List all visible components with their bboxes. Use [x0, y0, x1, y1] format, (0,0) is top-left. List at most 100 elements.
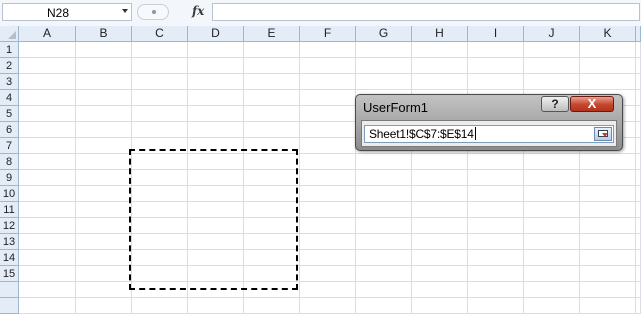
- grid-cell[interactable]: [636, 106, 641, 122]
- grid-cell[interactable]: [356, 170, 412, 186]
- grid-cell[interactable]: [19, 170, 76, 186]
- row-header-3[interactable]: 3: [0, 74, 19, 90]
- grid-cell[interactable]: [300, 186, 356, 202]
- grid-cell[interactable]: [524, 218, 580, 234]
- grid-cell[interactable]: [580, 170, 636, 186]
- grid-cell[interactable]: [132, 58, 188, 74]
- grid-cell[interactable]: [132, 90, 188, 106]
- grid-cell[interactable]: [636, 138, 641, 154]
- row-header-15[interactable]: 15: [0, 266, 19, 282]
- grid-cell[interactable]: [76, 234, 132, 250]
- grid-cell[interactable]: [188, 122, 244, 138]
- grid-cell[interactable]: [524, 202, 580, 218]
- grid-cell[interactable]: [636, 250, 641, 266]
- grid-cell[interactable]: [580, 250, 636, 266]
- grid-cell[interactable]: [300, 282, 356, 298]
- row-header-6[interactable]: 6: [0, 122, 19, 138]
- grid-cell[interactable]: [300, 170, 356, 186]
- grid-cell[interactable]: [188, 106, 244, 122]
- expand-handle[interactable]: [137, 4, 169, 20]
- row-header-10[interactable]: 10: [0, 186, 19, 202]
- grid-cell[interactable]: [412, 42, 468, 58]
- grid-cell[interactable]: [412, 186, 468, 202]
- column-header-g[interactable]: G: [356, 26, 412, 42]
- grid-cell[interactable]: [636, 122, 641, 138]
- grid-cell[interactable]: [636, 202, 641, 218]
- grid-cell[interactable]: [356, 74, 412, 90]
- grid-cell[interactable]: [356, 154, 412, 170]
- grid-cell[interactable]: [76, 186, 132, 202]
- grid-cell[interactable]: [76, 106, 132, 122]
- grid-cell[interactable]: [524, 266, 580, 282]
- grid-cell[interactable]: [19, 234, 76, 250]
- grid-cell[interactable]: [580, 266, 636, 282]
- grid-cell[interactable]: [524, 186, 580, 202]
- grid-cell[interactable]: [524, 282, 580, 298]
- grid-cell[interactable]: [412, 282, 468, 298]
- grid-cell[interactable]: [356, 186, 412, 202]
- grid-cell[interactable]: [524, 250, 580, 266]
- grid-cell[interactable]: [524, 170, 580, 186]
- grid-cell[interactable]: [76, 154, 132, 170]
- insert-function-button[interactable]: fx: [192, 4, 204, 18]
- grid-cell[interactable]: [412, 74, 468, 90]
- grid-cell[interactable]: [188, 90, 244, 106]
- grid-cell[interactable]: [244, 58, 300, 74]
- grid-cell[interactable]: [356, 250, 412, 266]
- grid-cell[interactable]: [19, 266, 76, 282]
- column-header-e[interactable]: E: [244, 26, 300, 42]
- grid-cell[interactable]: [76, 218, 132, 234]
- grid-cell[interactable]: [19, 122, 76, 138]
- grid-cell[interactable]: [636, 170, 641, 186]
- grid-cell[interactable]: [412, 170, 468, 186]
- grid-cell[interactable]: [636, 282, 641, 298]
- close-button[interactable]: X: [570, 96, 614, 112]
- grid-cell[interactable]: [468, 250, 524, 266]
- grid-cell[interactable]: [580, 202, 636, 218]
- grid-cell[interactable]: [580, 218, 636, 234]
- grid-cell[interactable]: [76, 266, 132, 282]
- grid-cell[interactable]: [412, 266, 468, 282]
- grid-cell[interactable]: [580, 282, 636, 298]
- grid-cell[interactable]: [76, 202, 132, 218]
- grid-cell[interactable]: [636, 90, 641, 106]
- row-header-12[interactable]: 12: [0, 218, 19, 234]
- grid-cell[interactable]: [132, 106, 188, 122]
- grid-cell[interactable]: [524, 154, 580, 170]
- grid-cell[interactable]: [636, 218, 641, 234]
- grid-cell[interactable]: [356, 218, 412, 234]
- grid-cell[interactable]: [300, 138, 356, 154]
- column-header-j[interactable]: J: [524, 26, 580, 42]
- refedit-input[interactable]: Sheet1!$C$7:$E$14: [364, 125, 614, 143]
- chevron-down-icon[interactable]: [122, 9, 128, 13]
- grid-cell[interactable]: [468, 154, 524, 170]
- grid-cell[interactable]: [636, 42, 641, 58]
- row-header-4[interactable]: 4: [0, 90, 19, 106]
- grid-cell[interactable]: [300, 154, 356, 170]
- row-header-5[interactable]: 5: [0, 106, 19, 122]
- grid-cell[interactable]: [300, 122, 356, 138]
- grid-cell[interactable]: [636, 154, 641, 170]
- row-header-7[interactable]: 7: [0, 138, 19, 154]
- grid-cell[interactable]: [132, 74, 188, 90]
- grid-cell[interactable]: [19, 138, 76, 154]
- grid-cell[interactable]: [76, 90, 132, 106]
- grid-cell[interactable]: [244, 74, 300, 90]
- row-header-14[interactable]: 14: [0, 250, 19, 266]
- grid-cell[interactable]: [19, 202, 76, 218]
- grid-cell[interactable]: [19, 42, 76, 58]
- column-header-c[interactable]: C: [132, 26, 188, 42]
- grid-cell[interactable]: [188, 42, 244, 58]
- column-header-h[interactable]: H: [412, 26, 468, 42]
- grid-cell[interactable]: [300, 42, 356, 58]
- grid-cell[interactable]: [468, 202, 524, 218]
- grid-cell[interactable]: [76, 58, 132, 74]
- grid-cell[interactable]: [580, 42, 636, 58]
- grid-cell[interactable]: [356, 266, 412, 282]
- grid-cell[interactable]: [636, 234, 641, 250]
- grid-cell[interactable]: [19, 74, 76, 90]
- grid-cell[interactable]: [468, 74, 524, 90]
- grid-cell[interactable]: [244, 106, 300, 122]
- grid-cell[interactable]: [412, 154, 468, 170]
- grid-cell[interactable]: [300, 234, 356, 250]
